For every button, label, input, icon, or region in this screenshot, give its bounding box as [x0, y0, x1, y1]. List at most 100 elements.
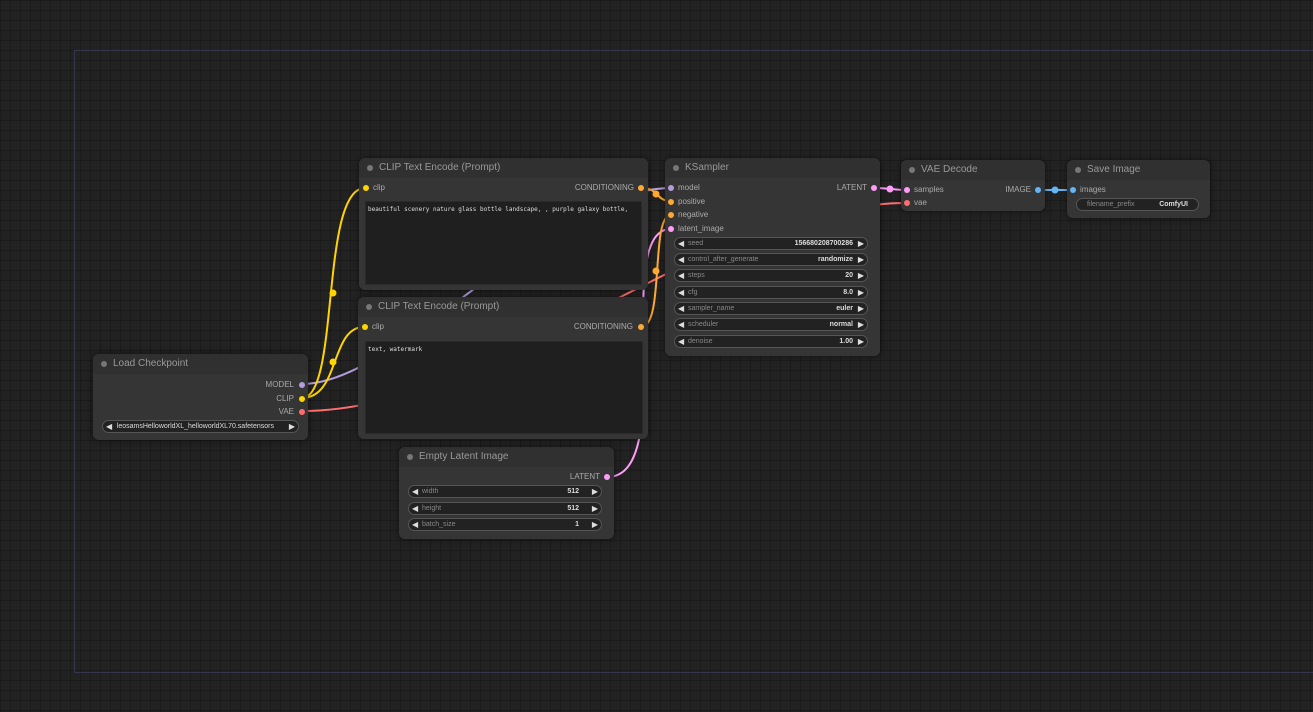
collapse-dot-icon[interactable] — [909, 167, 915, 173]
arrow-left-icon[interactable]: ◀ — [412, 519, 418, 530]
node-title-bar[interactable]: Empty Latent Image — [399, 447, 614, 467]
collapse-dot-icon[interactable] — [366, 304, 372, 310]
collapse-dot-icon[interactable] — [101, 361, 107, 367]
node-title-bar[interactable]: CLIP Text Encode (Prompt) — [358, 297, 648, 317]
latent-image-input-slot[interactable] — [668, 226, 674, 232]
steps-widget[interactable]: ◀ steps 20 ▶ — [674, 269, 868, 282]
arrow-right-icon[interactable]: ▶ — [858, 303, 864, 314]
node-title: Load Checkpoint — [113, 358, 189, 369]
widget-name: steps — [688, 272, 705, 279]
save-image-node[interactable]: Save Image images filename_prefix ComfyU… — [1067, 160, 1210, 218]
image-output-label: IMAGE — [1005, 185, 1031, 194]
sampler-name-widget[interactable]: ◀ sampler_name euler ▶ — [674, 302, 868, 315]
arrow-left-icon[interactable]: ◀ — [678, 254, 684, 265]
scheduler-widget[interactable]: ◀ scheduler normal ▶ — [674, 318, 868, 331]
widget-name: seed — [688, 240, 704, 247]
node-title: CLIP Text Encode (Prompt) — [379, 162, 501, 173]
arrow-right-icon[interactable]: ▶ — [592, 519, 598, 530]
widget-name: control_after_generate — [688, 256, 759, 263]
arrow-left-icon[interactable]: ◀ — [678, 238, 684, 249]
clip-input-slot[interactable] — [362, 324, 368, 330]
collapse-dot-icon[interactable] — [1075, 167, 1081, 173]
vae-input-label: vae — [914, 198, 927, 207]
arrow-left-icon[interactable]: ◀ — [678, 270, 684, 281]
widget-name: filename_prefix — [1087, 201, 1135, 208]
widget-name: sampler_name — [688, 305, 735, 312]
model-output-slot[interactable] — [299, 382, 305, 388]
image-output-slot[interactable] — [1035, 187, 1041, 193]
clip-text-encode-negative-node[interactable]: CLIP Text Encode (Prompt) clip CONDITION… — [358, 297, 648, 439]
arrow-left-icon[interactable]: ◀ — [678, 287, 684, 298]
conditioning-output-slot[interactable] — [638, 324, 644, 330]
height-widget[interactable]: ◀ height 512 ▶ — [408, 502, 602, 515]
control-after-generate-widget[interactable]: ◀ control_after_generate randomize ▶ — [674, 253, 868, 266]
batch-size-widget[interactable]: ◀ batch_size 1 ▶ — [408, 518, 602, 531]
arrow-right-icon[interactable]: ▶ — [289, 421, 295, 432]
widget-value: 512 — [567, 505, 579, 512]
ksampler-node[interactable]: KSampler model positive negative latent_… — [665, 158, 880, 356]
arrow-right-icon[interactable]: ▶ — [592, 486, 598, 497]
node-title-bar[interactable]: VAE Decode — [901, 160, 1045, 180]
latent-output-label: LATENT — [836, 183, 867, 192]
arrow-right-icon[interactable]: ▶ — [858, 319, 864, 330]
denoise-widget[interactable]: ◀ denoise 1.00 ▶ — [674, 335, 868, 348]
clip-output-label: CLIP — [276, 394, 294, 403]
node-title-bar[interactable]: Load Checkpoint — [93, 354, 308, 374]
seed-widget[interactable]: ◀ seed 156680208700286 ▶ — [674, 237, 868, 250]
widget-name: cfg — [688, 289, 698, 296]
negative-input-label: negative — [678, 210, 709, 219]
clip-input-label: clip — [372, 322, 385, 331]
clip-input-slot[interactable] — [363, 185, 369, 191]
arrow-right-icon[interactable]: ▶ — [858, 287, 864, 298]
arrow-right-icon[interactable]: ▶ — [592, 503, 598, 514]
cfg-widget[interactable]: ◀ cfg 8.0 ▶ — [674, 286, 868, 299]
node-title: Save Image — [1087, 164, 1141, 175]
collapse-dot-icon[interactable] — [407, 454, 413, 460]
arrow-right-icon[interactable]: ▶ — [858, 336, 864, 347]
arrow-right-icon[interactable]: ▶ — [858, 270, 864, 281]
negative-input-slot[interactable] — [668, 212, 674, 218]
widget-value: 1 — [575, 521, 579, 528]
conditioning-output-label: CONDITIONING — [574, 183, 634, 192]
arrow-left-icon[interactable]: ◀ — [678, 336, 684, 347]
vae-input-slot[interactable] — [904, 200, 910, 206]
model-input-slot[interactable] — [668, 185, 674, 191]
prompt-textarea[interactable]: text, watermark — [365, 341, 643, 434]
arrow-left-icon[interactable]: ◀ — [412, 503, 418, 514]
arrow-right-icon[interactable]: ▶ — [858, 254, 864, 265]
vae-output-label: VAE — [278, 407, 294, 416]
widget-value: 512 — [567, 488, 579, 495]
arrow-left-icon[interactable]: ◀ — [412, 486, 418, 497]
latent-output-slot[interactable] — [871, 185, 877, 191]
node-title-bar[interactable]: KSampler — [665, 158, 880, 178]
arrow-left-icon[interactable]: ◀ — [678, 303, 684, 314]
clip-text-encode-positive-node[interactable]: CLIP Text Encode (Prompt) clip CONDITION… — [359, 158, 648, 290]
clip-output-slot[interactable] — [299, 396, 305, 402]
model-input-label: model — [678, 183, 700, 192]
conditioning-output-slot[interactable] — [638, 185, 644, 191]
node-title: Empty Latent Image — [419, 451, 509, 462]
latent-output-slot[interactable] — [604, 474, 610, 480]
arrow-left-icon[interactable]: ◀ — [106, 421, 112, 432]
widget-name: scheduler — [688, 321, 719, 328]
ckpt-name-combo[interactable]: ◀ leosamsHelloworldXL_helloworldXL70.saf… — [102, 420, 299, 433]
latent-output-label: LATENT — [569, 472, 600, 481]
collapse-dot-icon[interactable] — [673, 165, 679, 171]
prompt-textarea[interactable]: beautiful scenery nature glass bottle la… — [365, 201, 642, 285]
collapse-dot-icon[interactable] — [367, 165, 373, 171]
samples-input-slot[interactable] — [904, 187, 910, 193]
positive-input-slot[interactable] — [668, 199, 674, 205]
arrow-left-icon[interactable]: ◀ — [678, 319, 684, 330]
node-title-bar[interactable]: Save Image — [1067, 160, 1210, 180]
node-title-bar[interactable]: CLIP Text Encode (Prompt) — [359, 158, 648, 178]
load-checkpoint-node[interactable]: Load Checkpoint MODEL CLIP VAE ◀ leosams… — [93, 354, 308, 440]
images-input-label: images — [1080, 185, 1106, 194]
positive-input-label: positive — [678, 197, 706, 206]
vae-decode-node[interactable]: VAE Decode samples vae IMAGE — [901, 160, 1045, 211]
arrow-right-icon[interactable]: ▶ — [858, 238, 864, 249]
images-input-slot[interactable] — [1070, 187, 1076, 193]
empty-latent-image-node[interactable]: Empty Latent Image LATENT ◀ width 512 ▶ … — [399, 447, 614, 539]
vae-output-slot[interactable] — [299, 409, 305, 415]
filename-prefix-widget[interactable]: filename_prefix ComfyUI — [1076, 198, 1199, 211]
width-widget[interactable]: ◀ width 512 ▶ — [408, 485, 602, 498]
